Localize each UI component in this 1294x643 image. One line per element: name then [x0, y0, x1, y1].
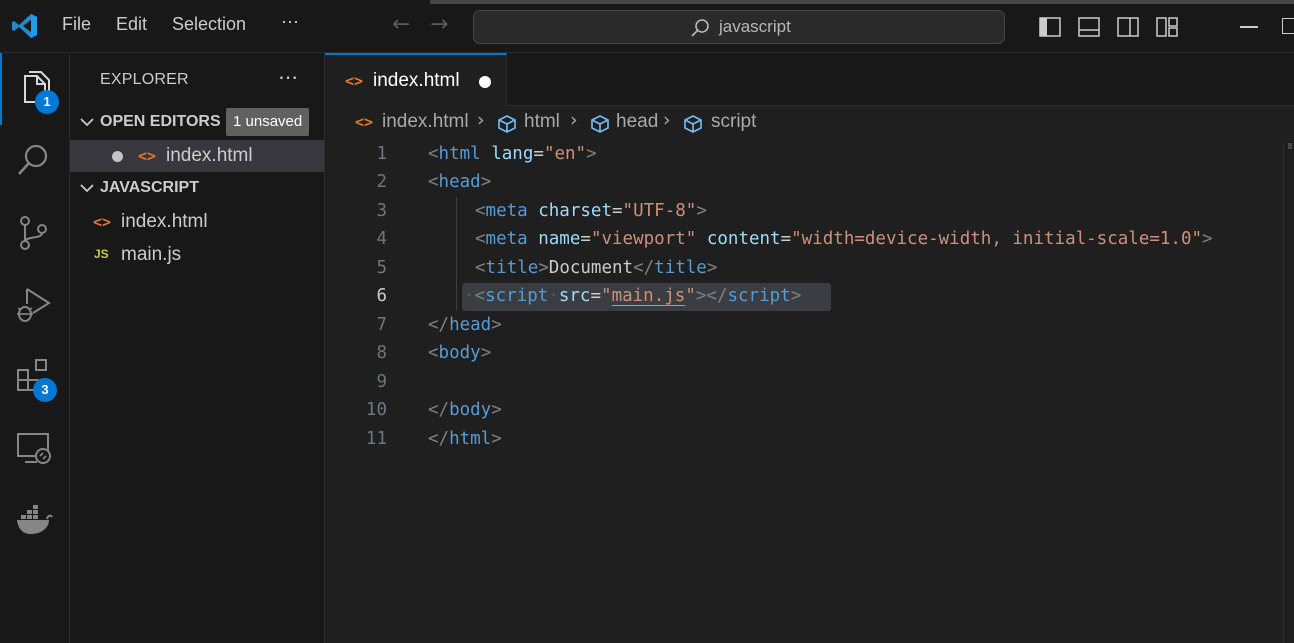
breadcrumb: <> index.html › html › head › script — [325, 109, 1294, 137]
symbol-element-icon — [684, 115, 702, 133]
source-control-icon — [20, 216, 47, 250]
minimize-window-icon[interactable] — [1240, 26, 1258, 28]
breadcrumb-script[interactable]: script — [711, 111, 756, 133]
chevron-right-icon: › — [570, 109, 578, 131]
breadcrumb-head[interactable]: head — [616, 111, 658, 133]
activity-docker[interactable] — [0, 485, 70, 557]
chevron-down-icon — [80, 118, 94, 127]
symbol-element-icon — [591, 115, 609, 133]
line-number: 11 — [365, 429, 387, 449]
js-file-icon: JS — [94, 247, 109, 261]
open-editors-label: OPEN EDITORS — [100, 113, 221, 130]
html-file-icon: <> — [355, 113, 374, 131]
explorer-sidebar: EXPLORER ⋯ OPEN EDITORS 1 unsaved <> ind… — [70, 53, 325, 643]
symbol-element-icon — [498, 115, 516, 133]
line-number: 7 — [376, 315, 387, 335]
unsaved-dot-icon[interactable] — [112, 151, 123, 162]
command-center-search[interactable]: javascript — [473, 10, 1005, 44]
code-line: 9 — [325, 369, 1294, 397]
maximize-window-icon[interactable] — [1282, 18, 1294, 34]
activity-search[interactable] — [0, 125, 70, 197]
line-number: 6 — [376, 286, 387, 306]
html-file-icon: <> — [93, 213, 112, 231]
code-line: 8 <body> — [325, 340, 1294, 368]
javascript-folder-header[interactable]: JAVASCRIPT — [70, 173, 325, 205]
run-debug-icon — [17, 288, 51, 322]
unsaved-badge: 1 unsaved — [226, 108, 310, 136]
folder-label: JAVASCRIPT — [100, 179, 199, 196]
line-number: 2 — [376, 172, 387, 192]
code-line: 4 <meta name="viewport" content="width=d… — [325, 226, 1294, 254]
back-arrow-icon[interactable]: ← — [392, 12, 410, 37]
file-name: main.js — [121, 244, 182, 265]
menu-selection[interactable]: Selection — [172, 14, 246, 35]
code-line: 5 <title>Document</title> — [325, 255, 1294, 283]
breadcrumb-html[interactable]: html — [524, 111, 560, 133]
editor-area: <> index.html <> index.html › html › hea… — [325, 53, 1294, 643]
open-editor-file-name: index.html — [166, 145, 253, 166]
line-number: 8 — [376, 343, 387, 363]
activity-bar: 1 3 — [0, 53, 70, 643]
sidebar-title: EXPLORER — [100, 71, 189, 88]
vertical-scrollbar[interactable] — [1283, 141, 1293, 643]
background-window-edge — [430, 0, 1294, 4]
remote-explorer-icon — [17, 433, 51, 464]
line-number: 3 — [376, 201, 387, 221]
code-line: 11 </html> — [325, 426, 1294, 454]
menu-edit[interactable]: Edit — [116, 14, 147, 35]
chevron-down-icon — [80, 184, 94, 193]
chevron-right-icon: › — [477, 109, 485, 131]
file-name: index.html — [121, 211, 208, 232]
tab-label: index.html — [373, 70, 460, 91]
line-number: 5 — [376, 258, 387, 278]
command-center-text: javascript — [719, 17, 791, 36]
toggle-panel-icon[interactable] — [1077, 15, 1101, 39]
scrollbar-marker — [1288, 143, 1292, 149]
code-line-current: 6 ·<script·src="main.js"></script> — [325, 283, 1294, 311]
toggle-primary-sidebar-icon[interactable] — [1038, 15, 1062, 39]
line-number: 4 — [376, 229, 387, 249]
activity-remote-explorer[interactable] — [0, 413, 70, 485]
extensions-badge: 3 — [33, 378, 57, 402]
html-file-icon: <> — [345, 72, 364, 90]
html-file-icon: <> — [138, 147, 157, 165]
code-line: 7 </head> — [325, 312, 1294, 340]
unsaved-dot-icon[interactable] — [479, 76, 491, 88]
editor-tab-bar: <> index.html — [325, 53, 1294, 106]
open-editor-item-index-html[interactable]: <> index.html — [70, 140, 324, 172]
vscode-logo-icon — [12, 14, 37, 38]
activity-run-debug[interactable] — [0, 269, 70, 341]
toggle-secondary-sidebar-icon[interactable] — [1116, 15, 1140, 39]
explorer-badge: 1 — [35, 90, 59, 114]
file-item-index-html[interactable]: <> index.html — [70, 206, 324, 238]
code-line: 10 </body> — [325, 397, 1294, 425]
line-number: 9 — [376, 372, 387, 392]
activity-source-control[interactable] — [0, 197, 70, 269]
title-bar: File Edit Selection ⋯ ← → javascript — [0, 0, 1294, 53]
tab-index-html[interactable]: <> index.html — [325, 53, 507, 106]
unresolved-link-squiggle[interactable]: main.js — [612, 286, 686, 306]
activity-extensions[interactable]: 3 — [0, 341, 70, 413]
search-icon — [18, 144, 48, 175]
activity-explorer[interactable]: 1 — [0, 53, 70, 125]
forward-arrow-icon[interactable]: → — [430, 12, 448, 37]
customize-layout-icon[interactable] — [1155, 15, 1179, 39]
line-number: 1 — [376, 144, 387, 164]
chevron-right-icon: › — [663, 109, 671, 131]
docker-icon — [17, 505, 53, 534]
code-line: 2 <head> — [325, 169, 1294, 197]
search-icon — [691, 19, 709, 37]
file-item-main-js[interactable]: JS main.js — [70, 239, 324, 271]
code-line: 1 <html lang="en"> — [325, 141, 1294, 169]
breadcrumb-file[interactable]: index.html — [382, 111, 469, 133]
code-line: 3 <meta charset="UTF-8"> — [325, 198, 1294, 226]
menu-file[interactable]: File — [62, 14, 91, 35]
menu-more[interactable]: ⋯ — [281, 12, 299, 33]
line-number: 10 — [365, 400, 387, 420]
sidebar-more-actions[interactable]: ⋯ — [278, 65, 299, 89]
